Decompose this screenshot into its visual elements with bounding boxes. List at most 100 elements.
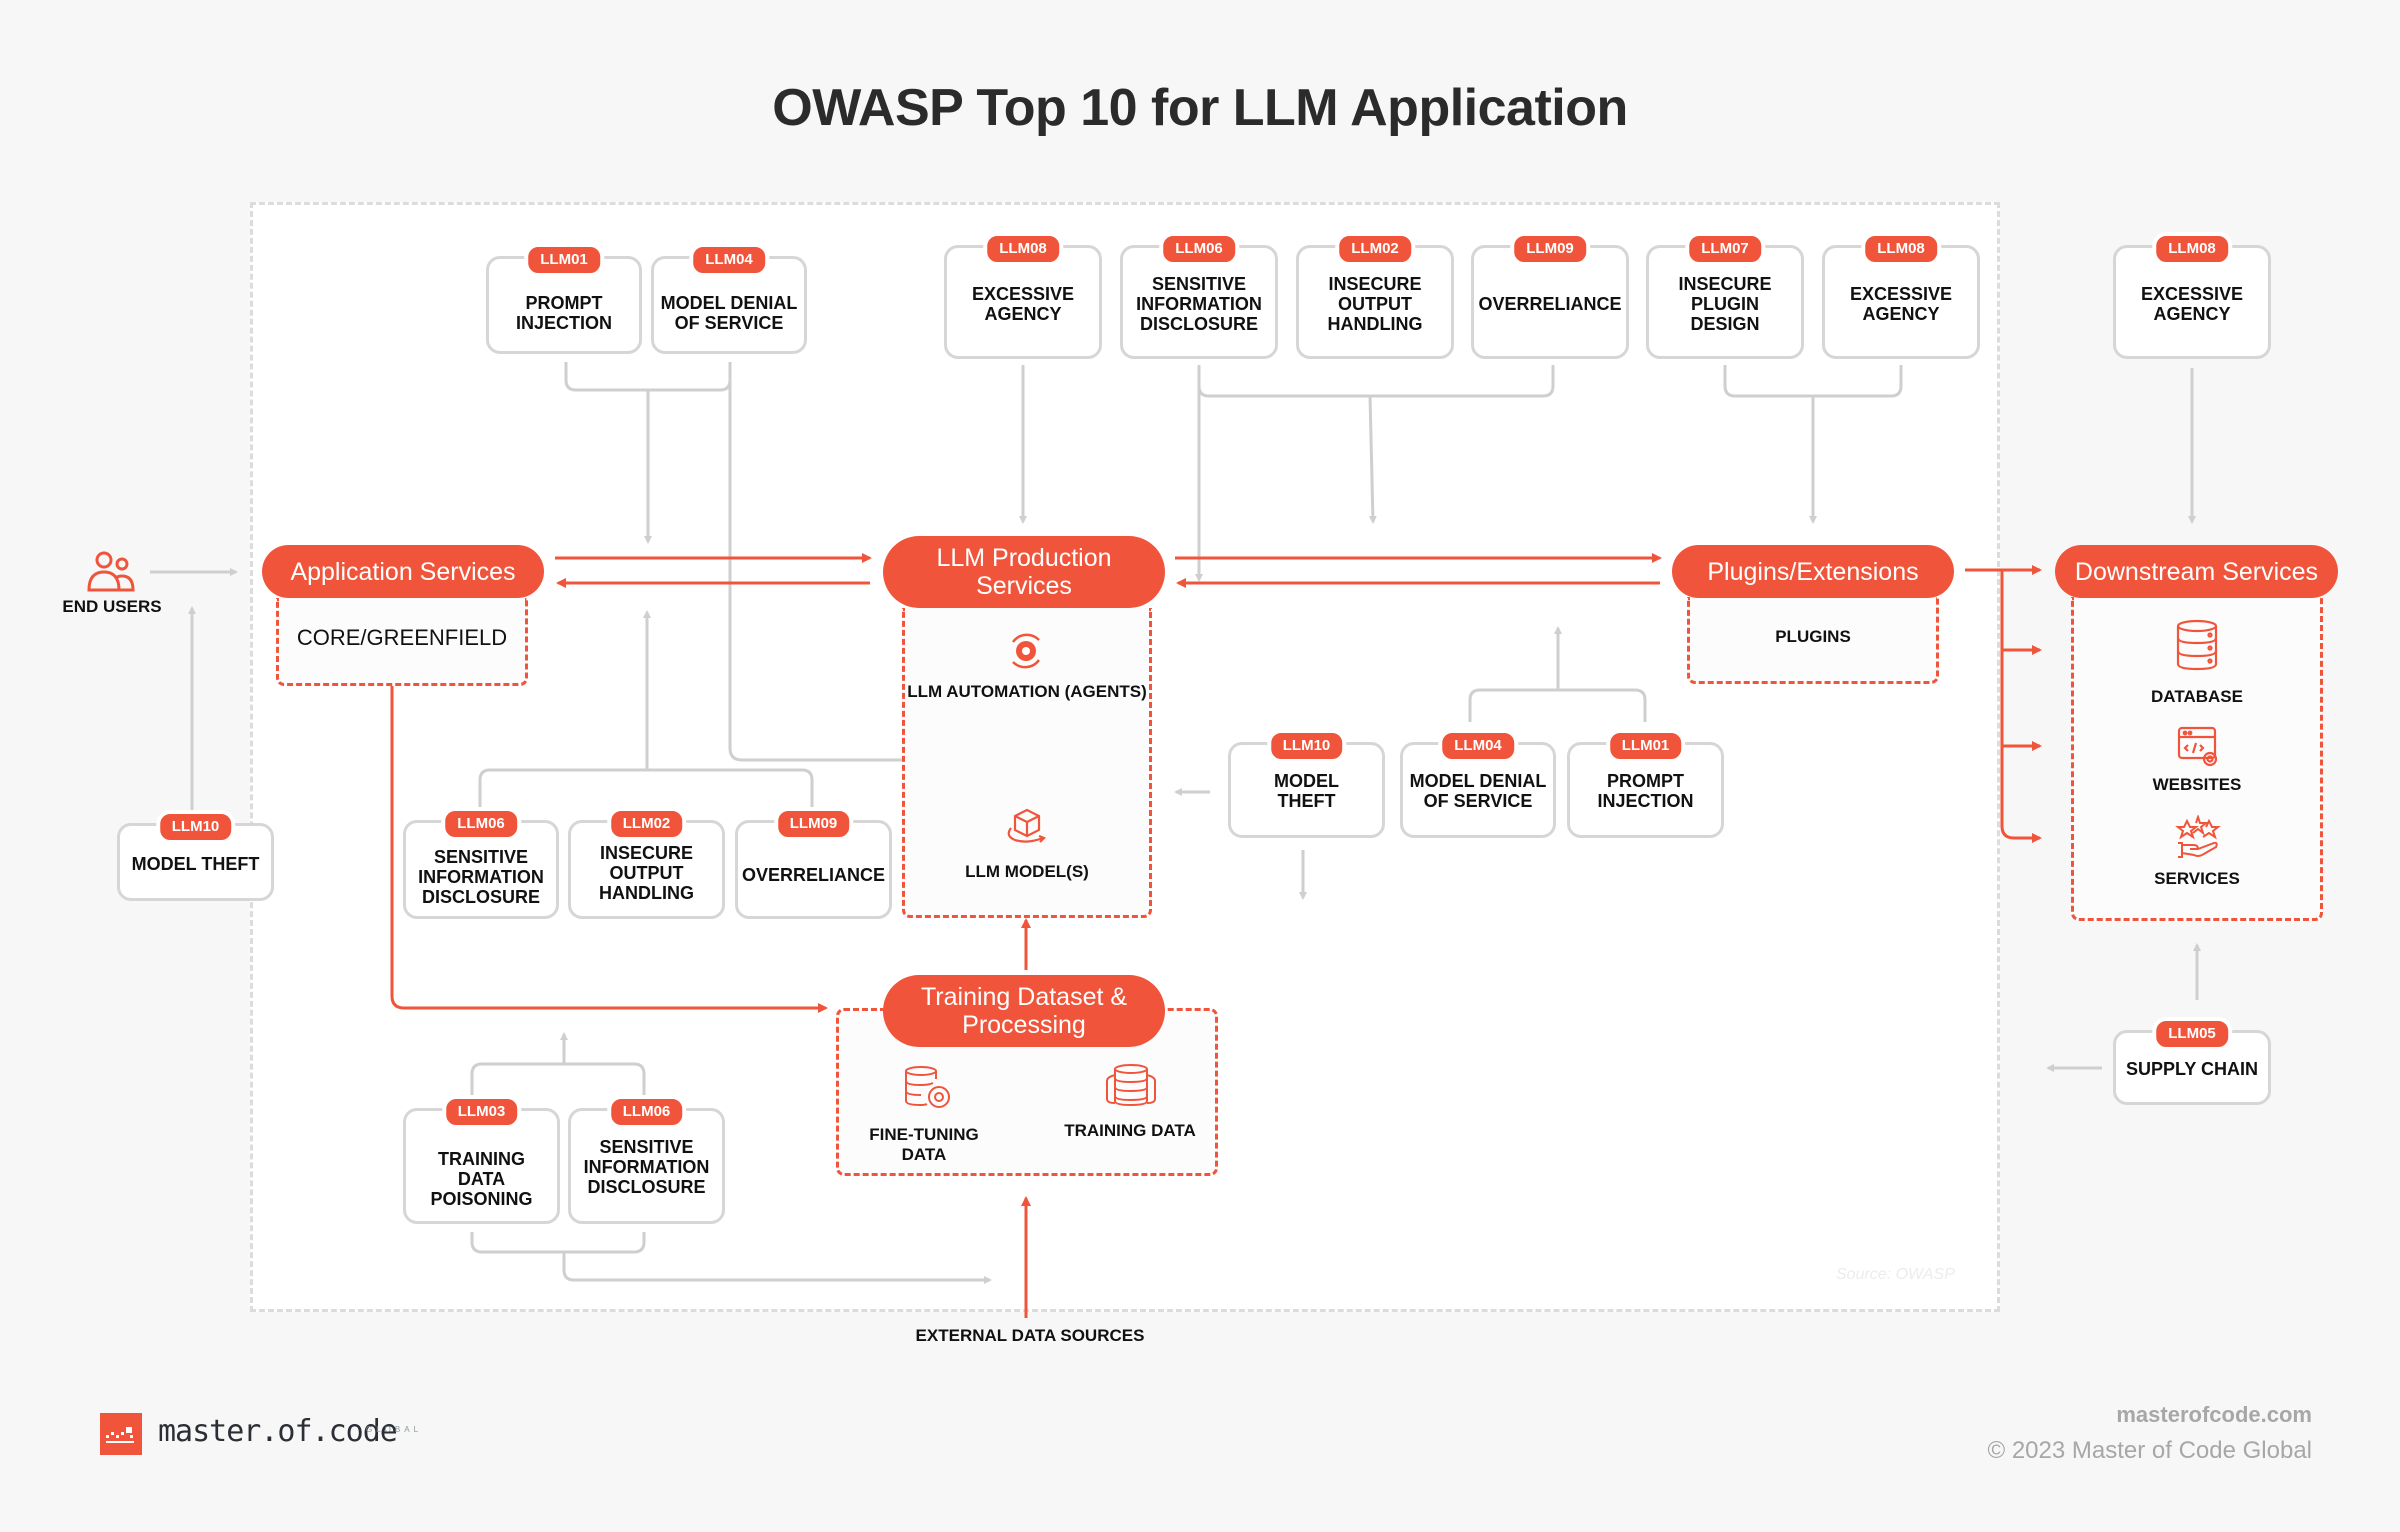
risk-id-badge: LLM03 bbox=[441, 1095, 522, 1129]
downstream-services-pill[interactable]: Downstream Services bbox=[2055, 545, 2338, 598]
risk-label: SENSITIVE INFORMATION DISCLOSURE bbox=[1136, 274, 1262, 334]
risk-id-badge: LLM08 bbox=[2152, 232, 2232, 266]
risk-id-badge: LLM01 bbox=[1605, 729, 1686, 763]
llm-production-services-pill[interactable]: LLM Production Services bbox=[883, 536, 1165, 608]
risk-label: INSECURE PLUGIN DESIGN bbox=[1678, 274, 1772, 334]
connector-top-left-bracket bbox=[564, 362, 732, 392]
database-gear-icon bbox=[905, 1066, 950, 1108]
risk-card-prompt-injection[interactable]: LLM01 PROMPT INJECTION bbox=[486, 243, 642, 354]
risk-card-model-theft-llm[interactable]: LLM10 MODEL THEFT bbox=[1228, 729, 1385, 838]
cube-rotate-icon bbox=[1007, 808, 1046, 843]
website-code-icon bbox=[2177, 726, 2218, 767]
risk-label: OVERRELIANCE bbox=[1478, 294, 1622, 314]
connector-mid-left-bracket bbox=[478, 768, 814, 812]
services-label: SERVICES bbox=[2154, 869, 2240, 888]
connector-bracket-down bbox=[1368, 395, 1377, 524]
footer-url-link[interactable]: masterofcode.com bbox=[2116, 1402, 2312, 1428]
risk-id-badge: LLM06 bbox=[1159, 232, 1239, 266]
risk-id-badge: LLM02 bbox=[606, 807, 687, 841]
connector-top-center-bracket bbox=[1197, 365, 1555, 398]
risk-label: SENSITIVE INFORMATION DISCLOSURE bbox=[418, 847, 544, 907]
risk-id-badge: LLM06 bbox=[606, 1095, 687, 1129]
connector-mid-right-bracket bbox=[1468, 688, 1647, 722]
downstream-zone: DATABASE WEBSITES SERVICES bbox=[2071, 597, 2323, 921]
risk-card-prompt-injection-plugins[interactable]: LLM01 PROMPT INJECTION bbox=[1567, 729, 1724, 838]
risk-card-insecure-plugin[interactable]: LLM07 INSECURE PLUGIN DESIGN bbox=[1646, 232, 1804, 359]
websites-label: WEBSITES bbox=[2152, 775, 2242, 794]
risk-card-insecure-output[interactable]: LLM02 INSECURE OUTPUT HANDLING bbox=[1296, 232, 1454, 359]
risk-label: SENSITIVE INFORMATION DISCLOSURE bbox=[583, 1137, 710, 1197]
plugins-zone: PLUGINS bbox=[1687, 597, 1939, 684]
risk-label: EXCESSIVE AGENCY bbox=[1849, 284, 1953, 324]
risk-card-training-data-poisoning[interactable]: LLM03 TRAINING DATA POISONING bbox=[403, 1095, 560, 1224]
risk-id-badge: LLM08 bbox=[983, 232, 1063, 266]
risk-label: MODEL DENIAL OF SERVICE bbox=[660, 293, 798, 333]
risk-id-badge: LLM10 bbox=[1266, 729, 1347, 763]
llm-production-services-label: LLM Production Services bbox=[936, 544, 1112, 600]
gear-cycle-icon bbox=[1011, 633, 1041, 669]
risk-card-excessive-agency-downstream[interactable]: LLM08 EXCESSIVE AGENCY bbox=[2113, 232, 2271, 359]
llm-automation-label: LLM AUTOMATION (AGENTS) bbox=[907, 682, 1147, 701]
flow-branch-trunk bbox=[2000, 570, 2042, 843]
risk-card-sensitive-info[interactable]: LLM06 SENSITIVE INFORMATION DISCLOSURE bbox=[1120, 232, 1278, 359]
training-dataset-pill[interactable]: Training Dataset & Processing bbox=[883, 975, 1165, 1047]
users-icon bbox=[87, 551, 135, 592]
risk-label: MODEL THEFT bbox=[131, 854, 260, 874]
hand-stars-icon bbox=[2175, 815, 2221, 858]
risk-card-sensitive-info-app[interactable]: LLM06 SENSITIVE INFORMATION DISCLOSURE bbox=[403, 807, 559, 919]
llm-models-label: LLM MODEL(S) bbox=[965, 862, 1089, 881]
risk-card-excessive-agency-2[interactable]: LLM08 EXCESSIVE AGENCY bbox=[1822, 232, 1980, 359]
risk-card-excessive-agency[interactable]: LLM08 EXCESSIVE AGENCY bbox=[944, 232, 1102, 359]
application-services-pill[interactable]: Application Services bbox=[262, 545, 544, 598]
connector-bottom-to-training bbox=[562, 1252, 992, 1284]
risk-id-badge: LLM10 bbox=[155, 810, 236, 844]
risk-id-badge: LLM01 bbox=[524, 243, 604, 277]
risk-card-model-dos-plugins[interactable]: LLM04 MODEL DENIAL OF SERVICE bbox=[1400, 729, 1556, 838]
end-users-label: END USERS bbox=[62, 597, 162, 616]
risk-card-overreliance[interactable]: LLM09 OVERRELIANCE bbox=[1471, 232, 1629, 359]
brand-logo-icon bbox=[100, 1413, 142, 1455]
stacked-database-icon bbox=[1106, 1064, 1156, 1107]
application-services-zone: CORE/GREENFIELD bbox=[276, 598, 528, 686]
core-greenfield-label: CORE/GREENFIELD bbox=[296, 625, 508, 650]
database-label: DATABASE bbox=[2151, 687, 2243, 706]
risk-id-badge: LLM04 bbox=[689, 243, 769, 277]
connector-bottom-bracket-bottom bbox=[470, 1232, 646, 1254]
risk-id-badge: LLM08 bbox=[1861, 232, 1941, 266]
risk-label: EXCESSIVE AGENCY bbox=[971, 284, 1075, 324]
risk-label: PROMPT INJECTION bbox=[515, 293, 612, 333]
risk-card-supply-chain[interactable]: LLM05 SUPPLY CHAIN bbox=[2113, 1017, 2271, 1105]
risk-label: TRAINING DATA POISONING bbox=[430, 1149, 533, 1209]
risk-label: MODEL THEFT bbox=[1274, 771, 1339, 811]
database-icon bbox=[2176, 619, 2218, 671]
risk-id-badge: LLM06 bbox=[441, 807, 521, 841]
risk-label: INSECURE OUTPUT HANDLING bbox=[1327, 274, 1423, 334]
risk-id-badge: LLM04 bbox=[1438, 729, 1518, 763]
risk-label: EXCESSIVE AGENCY bbox=[2140, 284, 2244, 324]
brand-suffix: GLOBAL bbox=[366, 1425, 423, 1434]
risk-id-badge: LLM05 bbox=[2152, 1017, 2232, 1051]
risk-card-sensitive-info-training[interactable]: LLM06 SENSITIVE INFORMATION DISCLOSURE bbox=[568, 1095, 725, 1224]
external-data-sources-label: EXTERNAL DATA SOURCES bbox=[915, 1326, 1145, 1345]
risk-id-badge: LLM09 bbox=[1510, 232, 1590, 266]
llm-production-zone: LLM AUTOMATION (AGENTS) LLM MODEL(S) bbox=[902, 608, 1152, 918]
training-data-label: TRAINING DATA bbox=[1064, 1121, 1196, 1140]
connector-plugin-bracket bbox=[1723, 365, 1903, 398]
training-dataset-label: Training Dataset & Processing bbox=[920, 983, 1128, 1039]
fine-tuning-data-label: FINE-TUNING DATA bbox=[869, 1125, 979, 1164]
risk-label: SUPPLY CHAIN bbox=[2125, 1059, 2259, 1079]
risk-card-model-dos[interactable]: LLM04 MODEL DENIAL OF SERVICE bbox=[651, 243, 807, 354]
risk-card-overreliance-app[interactable]: LLM09 OVERRELIANCE bbox=[735, 807, 892, 919]
footer-copyright: © 2023 Master of Code Global bbox=[1987, 1437, 2312, 1464]
risk-id-badge: LLM09 bbox=[773, 807, 854, 841]
plugins-extensions-pill[interactable]: Plugins/Extensions bbox=[1672, 545, 1954, 598]
risk-id-badge: LLM02 bbox=[1335, 232, 1415, 266]
risk-id-badge: LLM07 bbox=[1685, 232, 1765, 266]
risk-card-model-theft[interactable]: LLM10 MODEL THEFT bbox=[117, 810, 274, 901]
risk-label: OVERRELIANCE bbox=[742, 865, 886, 885]
brand-name: master.of.code bbox=[158, 1414, 398, 1449]
connectors bbox=[150, 362, 2201, 1318]
plugins-label: PLUGINS bbox=[1775, 627, 1851, 646]
risk-card-insecure-output-app[interactable]: LLM02 INSECURE OUTPUT HANDLING bbox=[568, 807, 725, 919]
risk-label: INSECURE OUTPUT HANDLING bbox=[599, 843, 694, 903]
